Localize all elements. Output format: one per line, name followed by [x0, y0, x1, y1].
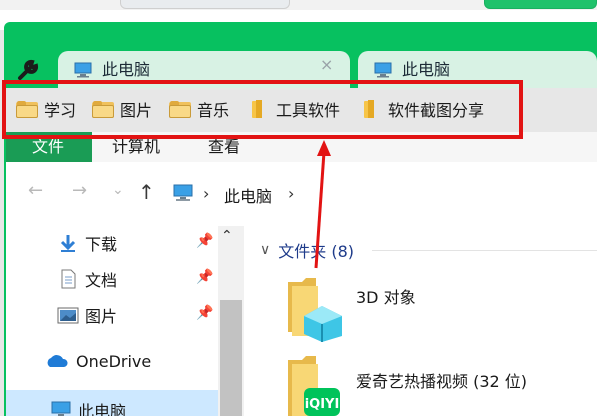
- item-3d-objects[interactable]: 3D 对象: [356, 284, 416, 308]
- tab-label: 此电脑: [402, 60, 451, 79]
- tab-label: 此电脑: [102, 60, 151, 79]
- item-iqiyi[interactable]: 爱奇艺热播视频 (32 位): [356, 368, 527, 392]
- nav-item-label: OneDrive: [76, 351, 152, 371]
- document-icon: [57, 269, 79, 289]
- pc-icon: [172, 184, 194, 202]
- highlight-box: [2, 80, 523, 139]
- iqiyi-folder-icon[interactable]: iQIYI: [286, 354, 346, 416]
- background-window-chip-green: [484, 0, 597, 9]
- breadcrumb-separator[interactable]: ›: [203, 184, 209, 203]
- group-header-folders[interactable]: ∨ 文件夹 (8): [260, 238, 354, 262]
- back-button[interactable]: ←: [28, 180, 43, 201]
- nav-item-label: 文档: [85, 271, 118, 290]
- download-icon: [57, 233, 79, 253]
- breadcrumb-separator[interactable]: ›: [288, 184, 294, 203]
- pin-icon[interactable]: 📌: [196, 305, 213, 321]
- recent-locations-button[interactable]: ⌄: [112, 182, 124, 198]
- nav-scrollbar-thumb[interactable]: [220, 300, 242, 416]
- background-window-chip: [120, 0, 290, 9]
- pc-icon: [74, 62, 92, 78]
- onedrive-icon: [44, 351, 70, 371]
- chevron-down-icon: ∨: [260, 242, 271, 258]
- forward-button[interactable]: →: [72, 180, 87, 201]
- nav-item-label: 此电脑: [78, 402, 127, 416]
- group-divider: [372, 250, 597, 251]
- group-header-label: 文件夹 (8): [278, 242, 355, 261]
- pictures-icon: [57, 305, 79, 325]
- nav-item-label: 图片: [85, 307, 118, 326]
- up-button[interactable]: ↑: [138, 180, 155, 204]
- nav-item-pictures[interactable]: 图片: [57, 303, 117, 327]
- breadcrumb-this-pc[interactable]: 此电脑: [224, 183, 272, 207]
- scroll-up-icon[interactable]: ⌃: [221, 228, 233, 244]
- nav-item-this-pc[interactable]: 此电脑: [50, 398, 126, 416]
- pin-icon[interactable]: 📌: [196, 233, 213, 249]
- close-icon[interactable]: ×: [320, 55, 333, 74]
- 3d-objects-folder-icon[interactable]: [286, 276, 346, 342]
- nav-item-onedrive[interactable]: OneDrive: [44, 351, 151, 371]
- nav-item-label: 下载: [85, 235, 118, 254]
- svg-text:iQIYI: iQIYI: [305, 397, 340, 412]
- nav-item-downloads[interactable]: 下载: [57, 231, 117, 255]
- pin-icon[interactable]: 📌: [196, 269, 213, 285]
- pc-icon: [374, 62, 392, 78]
- nav-item-documents[interactable]: 文档: [57, 267, 117, 291]
- pc-icon: [50, 400, 72, 416]
